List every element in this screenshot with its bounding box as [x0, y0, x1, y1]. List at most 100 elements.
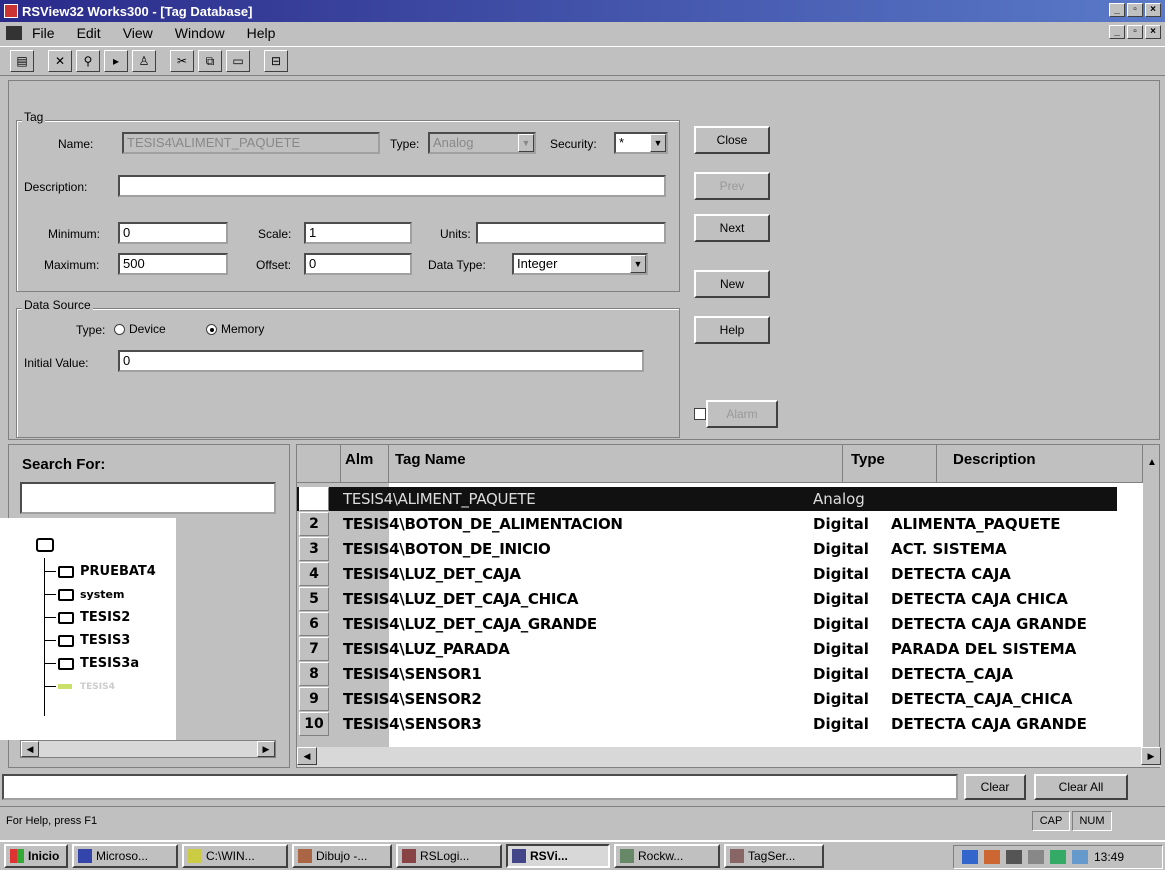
- monitor-icon[interactable]: [1006, 850, 1022, 864]
- status-help-text: For Help, press F1: [6, 815, 98, 827]
- clear-button[interactable]: Clear: [964, 774, 1026, 800]
- units-field[interactable]: [476, 222, 666, 244]
- task-rsview[interactable]: RSVi...: [506, 844, 610, 868]
- type-select[interactable]: Analog ▼: [428, 132, 536, 154]
- table-row[interactable]: 10 TESIS4\SENSOR3 Digital DETECTA CAJA GRAN…: [297, 712, 1117, 736]
- database-icon[interactable]: ⊟: [264, 50, 288, 72]
- row-number[interactable]: 10: [299, 712, 329, 736]
- tree-item-tesis3a[interactable]: TESIS3a: [44, 652, 156, 675]
- offset-field[interactable]: 0: [304, 253, 412, 275]
- scroll-right-icon[interactable]: ▶: [257, 741, 275, 757]
- tree-item-pruebat4[interactable]: PRUEBAT4: [44, 560, 156, 583]
- task-tagserver[interactable]: TagSer...: [724, 844, 824, 868]
- row-number[interactable]: 8: [299, 662, 329, 686]
- scroll-right-icon[interactable]: ▶: [1141, 747, 1161, 765]
- initial-value-field[interactable]: 0: [118, 350, 644, 372]
- scale-field[interactable]: 1: [304, 222, 412, 244]
- menu-edit[interactable]: Edit: [77, 25, 101, 41]
- search-scrollbar[interactable]: ◀ ▶: [20, 740, 276, 758]
- header-description[interactable]: Description: [937, 445, 1143, 483]
- menu-help[interactable]: Help: [247, 25, 276, 41]
- maximum-field[interactable]: 500: [118, 253, 228, 275]
- name-field[interactable]: TESIS4\ALIMENT_PAQUETE: [122, 132, 380, 154]
- menu-window[interactable]: Window: [175, 25, 225, 41]
- scroll-left-icon[interactable]: ◀: [297, 747, 317, 765]
- clear-all-button[interactable]: Clear All: [1034, 774, 1128, 800]
- task-microsoft[interactable]: Microso...: [72, 844, 178, 868]
- restore-button[interactable]: ▫: [1127, 3, 1143, 17]
- scheduler-icon[interactable]: [1072, 850, 1088, 864]
- find-icon[interactable]: ⚲: [76, 50, 100, 72]
- table-row[interactable]: 6 TESIS4\LUZ_DET_CAJA_GRANDE Digital DETECT…: [297, 612, 1117, 636]
- help-button[interactable]: Help: [694, 316, 770, 344]
- alarm-checkbox[interactable]: [694, 408, 706, 420]
- grid-hscrollbar[interactable]: ◀ ▶: [297, 747, 1161, 767]
- network-icon[interactable]: [962, 850, 978, 864]
- scroll-up-icon[interactable]: ▲: [1143, 445, 1161, 483]
- new-button[interactable]: New: [694, 270, 770, 298]
- task-cwin[interactable]: C:\WIN...: [182, 844, 288, 868]
- description-label: Description:: [24, 180, 88, 194]
- row-number[interactable]: 4: [299, 562, 329, 586]
- memory-radio[interactable]: Memory: [206, 322, 264, 336]
- properties-icon[interactable]: ♙: [132, 50, 156, 72]
- delete-row-icon[interactable]: ✕: [48, 50, 72, 72]
- tree-item-tesis2[interactable]: TESIS2: [44, 606, 156, 629]
- tree-item-tesis4[interactable]: TESIS4: [44, 675, 156, 698]
- table-row[interactable]: 9 TESIS4\SENSOR2 Digital DETECTA_CAJA_CHICA: [297, 687, 1117, 711]
- search-input[interactable]: [20, 482, 276, 514]
- scroll-left-icon[interactable]: ◀: [21, 741, 39, 757]
- folder-tree[interactable]: PRUEBAT4 system TESIS2 TESIS3 TESIS3a TE…: [0, 518, 176, 740]
- tree-item-system[interactable]: system: [44, 583, 156, 606]
- table-row[interactable]: 4 TESIS4\LUZ_DET_CAJA Digital DETECTA CAJA: [297, 562, 1117, 586]
- doc-minimize-button[interactable]: _: [1109, 25, 1125, 39]
- row-number[interactable]: 7: [299, 637, 329, 661]
- header-type[interactable]: Type: [843, 445, 937, 483]
- start-button[interactable]: Inicio: [4, 844, 68, 868]
- header-alm[interactable]: Alm: [341, 445, 389, 483]
- row-number[interactable]: 5: [299, 587, 329, 611]
- source-type-label: Type:: [76, 323, 106, 337]
- folder-icon: [58, 657, 74, 670]
- sound-icon[interactable]: [984, 850, 1000, 864]
- rslinx-icon[interactable]: [1050, 850, 1066, 864]
- menu-view[interactable]: View: [123, 25, 153, 41]
- speaker-icon[interactable]: [1028, 850, 1044, 864]
- task-rslogix[interactable]: RSLogi...: [396, 844, 502, 868]
- row-number[interactable]: 9: [299, 687, 329, 711]
- insert-row-icon[interactable]: ▸: [104, 50, 128, 72]
- alarm-button[interactable]: Alarm: [706, 400, 778, 428]
- doc-close-button[interactable]: ×: [1145, 25, 1161, 39]
- close-window-button[interactable]: ×: [1145, 3, 1161, 17]
- print-icon[interactable]: ▤: [10, 50, 34, 72]
- table-row[interactable]: 5 TESIS4\LUZ_DET_CAJA_CHICA Digital DETECTA…: [297, 587, 1117, 611]
- row-number[interactable]: 6: [299, 612, 329, 636]
- copy-icon[interactable]: ⧉: [198, 50, 222, 72]
- clock: 13:49: [1094, 850, 1125, 864]
- cut-icon[interactable]: ✂: [170, 50, 194, 72]
- table-row[interactable]: 7 TESIS4\LUZ_PARADA Digital PARADA DEL SIST…: [297, 637, 1117, 661]
- minimize-button[interactable]: _: [1109, 3, 1125, 17]
- table-row[interactable]: 1 TESIS4\ALIMENT_PAQUETE Analog: [297, 487, 1117, 511]
- prev-button[interactable]: Prev: [694, 172, 770, 200]
- tree-item-tesis3[interactable]: TESIS3: [44, 629, 156, 652]
- datatype-select[interactable]: Integer ▼: [512, 253, 648, 275]
- table-row[interactable]: 2 TESIS4\BOTON_DE_ALIMENTACION Digital ALIM…: [297, 512, 1117, 536]
- header-tag-name[interactable]: Tag Name: [389, 445, 843, 483]
- table-row[interactable]: 8 TESIS4\SENSOR1 Digital DETECTA_CAJA: [297, 662, 1117, 686]
- menu-file[interactable]: File: [32, 25, 55, 41]
- next-button[interactable]: Next: [694, 214, 770, 242]
- table-row[interactable]: 3 TESIS4\BOTON_DE_INICIO Digital ACT. SISTE…: [297, 537, 1117, 561]
- row-number[interactable]: 2: [299, 512, 329, 536]
- security-select[interactable]: * ▼: [614, 132, 668, 154]
- row-number[interactable]: 3: [299, 537, 329, 561]
- doc-restore-button[interactable]: ▫: [1127, 25, 1143, 39]
- task-rockwell[interactable]: Rockw...: [614, 844, 720, 868]
- paste-icon[interactable]: ▭: [226, 50, 250, 72]
- description-field[interactable]: [118, 175, 666, 197]
- close-button[interactable]: Close: [694, 126, 770, 154]
- device-radio[interactable]: Device: [114, 322, 166, 336]
- minimum-field[interactable]: 0: [118, 222, 228, 244]
- task-dibujo[interactable]: Dibujo -...: [292, 844, 392, 868]
- row-number[interactable]: 1: [299, 487, 329, 511]
